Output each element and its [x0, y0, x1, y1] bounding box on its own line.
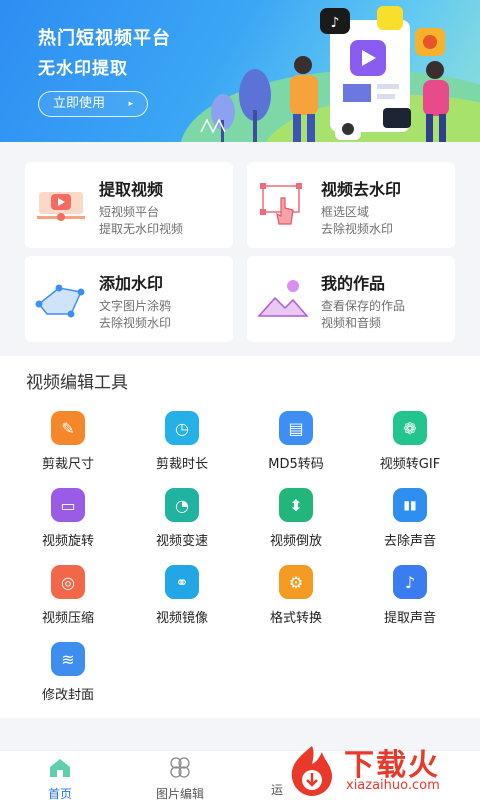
speedometer-icon: ◔ [165, 488, 199, 522]
watermark-url: xiazaihuo.com [346, 778, 440, 793]
tool-label: 视频镜像 [155, 611, 208, 626]
flower-icon [170, 757, 190, 778]
svg-text:♪: ♪ [331, 15, 340, 31]
banner-title: 热门短视频平台 [38, 28, 171, 49]
tool-reverse[interactable]: ⬍ 视频倒放 [246, 488, 346, 558]
tool-mirror[interactable]: ⚭ 视频镜像 [132, 565, 232, 635]
tool-rotate[interactable]: ▭ 视频旋转 [18, 488, 118, 558]
ruler-icon: ✎ [51, 411, 85, 445]
card-remove-watermark[interactable]: 视频去水印 框选区域 去除视频水印 [247, 162, 455, 248]
tool-label: 视频转GIF [379, 457, 441, 472]
tool-label: 提取声音 [383, 611, 436, 626]
tool-speed[interactable]: ◔ 视频变速 [132, 488, 232, 558]
promo-banner[interactable]: 热门短视频平台 无水印提取 立即使用 ▸ ♪ [0, 0, 480, 142]
card-desc: 去除视频水印 [99, 316, 172, 330]
gear-icon: ⚙ [279, 565, 313, 599]
tool-video-to-gif[interactable]: ❁ 视频转GIF [360, 411, 460, 481]
feature-cards: 提取视频 短视频平台 提取无水印视频 视频去水印 框选区域 去除视频水印 添加水… [0, 148, 480, 356]
nav-image-edit[interactable]: 图片编辑 [135, 757, 225, 800]
tool-label: 剪裁尺寸 [41, 457, 94, 472]
pen-draw-icon [35, 284, 85, 318]
tool-crop-size[interactable]: ✎ 剪裁尺寸 [18, 411, 118, 481]
mirror-icon: ⚭ [165, 565, 199, 599]
site-watermark: 下载火 xiazaihuo.com [282, 738, 480, 800]
card-desc: 短视频平台 [99, 205, 160, 219]
video-tools-section: 视频编辑工具 ✎ 剪裁尺寸 ◷ 剪裁时长 ▤ MD5转码 ❁ 视频转GIF ▭ … [0, 356, 480, 718]
use-now-button[interactable]: 立即使用 ▸ [38, 91, 148, 117]
nav-label: 首页 [47, 787, 72, 800]
card-title: 视频去水印 [321, 180, 402, 199]
tool-label: 剪裁时长 [155, 457, 208, 472]
card-extract-video[interactable]: 提取视频 短视频平台 提取无水印视频 [25, 162, 233, 248]
tool-label: MD5转码 [268, 457, 324, 472]
tool-label: 视频旋转 [41, 534, 94, 549]
video-extract-icon [37, 192, 85, 221]
card-desc: 视频和音频 [321, 316, 382, 330]
tool-md5[interactable]: ▤ MD5转码 [246, 411, 346, 481]
nav-home[interactable]: 首页 [15, 757, 105, 800]
card-desc: 提取无水印视频 [99, 222, 184, 236]
section-title: 视频编辑工具 [26, 373, 128, 393]
hand-select-icon [260, 183, 302, 225]
banner-illustration: ♪ [200, 6, 449, 142]
document-icon: ▤ [279, 411, 313, 445]
compress-icon: ◎ [51, 565, 85, 599]
card-desc: 文字图片涂鸦 [99, 299, 172, 313]
tool-crop-duration[interactable]: ◷ 剪裁时长 [132, 411, 232, 481]
card-title: 我的作品 [321, 274, 386, 293]
arrow-right-icon: ▸ [128, 99, 133, 109]
tool-format-convert[interactable]: ⚙ 格式转换 [246, 565, 346, 635]
card-desc: 查看保存的作品 [321, 299, 406, 313]
tool-label: 去除声音 [383, 534, 436, 549]
music-note-icon: ♪ [393, 565, 427, 599]
card-title: 提取视频 [99, 180, 164, 199]
waveform-icon: ▮▮ [393, 488, 427, 522]
tool-label: 修改封面 [41, 688, 94, 703]
flame-logo-icon [291, 746, 332, 796]
mountain-image-icon [257, 280, 309, 317]
tool-compress[interactable]: ◎ 视频压缩 [18, 565, 118, 635]
tool-edit-cover[interactable]: ≋ 修改封面 [18, 642, 118, 712]
screen-icon: ▭ [51, 488, 85, 522]
card-desc: 去除视频水印 [321, 222, 394, 236]
tool-label: 格式转换 [269, 611, 322, 626]
home-icon [50, 759, 70, 777]
card-title: 添加水印 [99, 274, 164, 293]
card-my-works[interactable]: 我的作品 查看保存的作品 视频和音频 [247, 256, 455, 342]
tool-label: 视频压缩 [41, 611, 94, 626]
banner-subtitle: 无水印提取 [38, 59, 128, 79]
tool-label: 视频变速 [155, 534, 208, 549]
card-desc: 框选区域 [321, 205, 370, 219]
use-now-label: 立即使用 [53, 96, 106, 111]
card-add-watermark[interactable]: 添加水印 文字图片涂鸦 去除视频水印 [25, 256, 233, 342]
tool-remove-sound[interactable]: ▮▮ 去除声音 [360, 488, 460, 558]
cover-icon: ≋ [51, 642, 85, 676]
nav-label: 图片编辑 [155, 787, 204, 800]
tool-label: 视频倒放 [269, 534, 322, 549]
tool-extract-audio[interactable]: ♪ 提取声音 [360, 565, 460, 635]
palette-icon: ❁ [393, 411, 427, 445]
clock-icon: ◷ [165, 411, 199, 445]
stamp-icon: ⬍ [279, 488, 313, 522]
